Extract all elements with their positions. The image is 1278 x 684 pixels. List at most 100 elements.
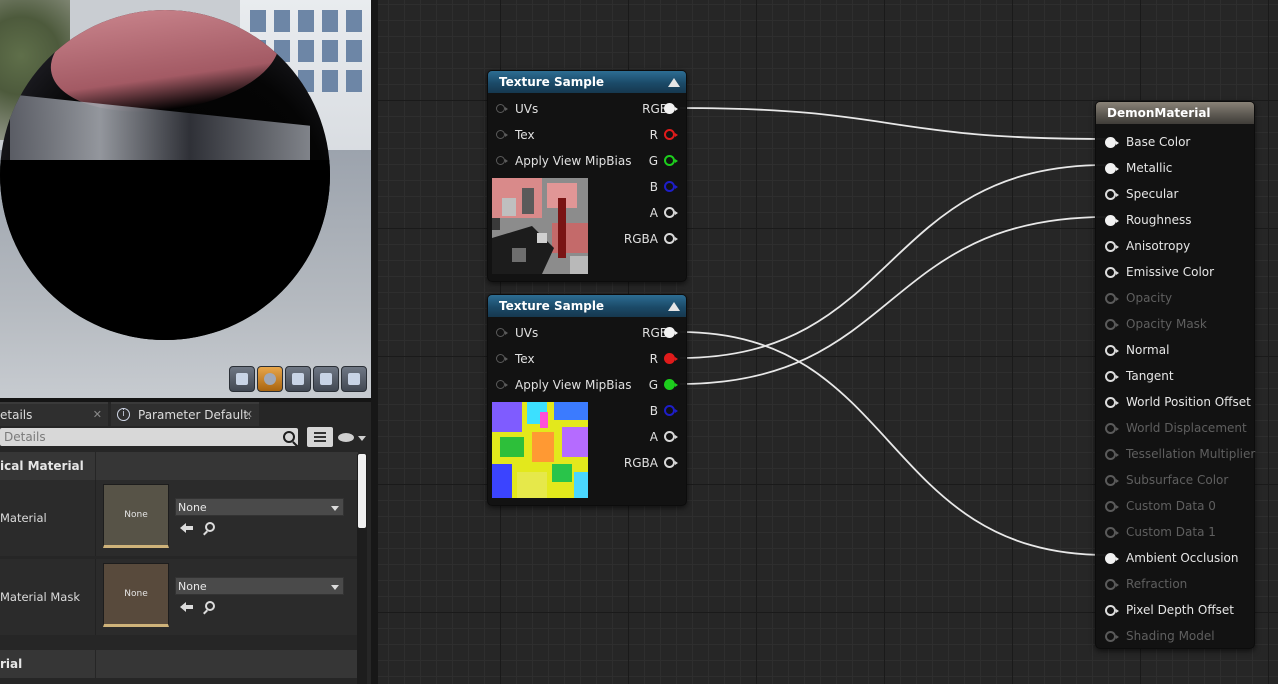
pin-icon[interactable] [664, 431, 678, 442]
material-input-ambient-occlusion[interactable]: Ambient Occlusion [1096, 549, 1254, 567]
material-input-tessellation-multiplier[interactable]: Tessellation Multiplier [1096, 445, 1255, 463]
details-search-input[interactable]: Details [0, 428, 298, 446]
input-pin-apply-view-mipbias[interactable]: Apply View MipBias [488, 376, 638, 394]
material-input-emissive-color[interactable]: Emissive Color [1096, 263, 1254, 281]
input-pin-tex[interactable]: Tex [488, 350, 628, 368]
input-pin-uvs[interactable]: UVs [488, 100, 628, 118]
pin-icon [1105, 605, 1119, 616]
use-selected-arrow-icon[interactable] [180, 601, 194, 613]
use-selected-arrow-icon[interactable] [180, 522, 194, 534]
pin-icon[interactable] [664, 353, 678, 364]
material-input-subsurface-color[interactable]: Subsurface Color [1096, 471, 1254, 489]
collapse-icon[interactable] [668, 302, 680, 311]
material-input-anisotropy[interactable]: Anisotropy [1096, 237, 1254, 255]
section-header[interactable]: rial [0, 650, 358, 678]
material-input-world-displacement[interactable]: World Displacement [1096, 419, 1254, 437]
input-pin-tex[interactable]: Tex [488, 126, 628, 144]
input-pin-uvs[interactable]: UVs [488, 324, 628, 342]
pin-icon[interactable] [664, 457, 678, 468]
texture-preview-thumbnail [492, 402, 588, 498]
output-pin-b[interactable]: B [618, 402, 658, 420]
tab-parameter-defaults[interactable]: i Parameter Defaults ✕ [111, 402, 259, 426]
material-result-node[interactable]: DemonMaterial Base Color Metallic Specular… [1095, 101, 1255, 649]
material-preview-viewport[interactable] [0, 0, 371, 398]
material-input-pixel-depth-offset[interactable]: Pixel Depth Offset [1096, 601, 1254, 619]
teapot-icon[interactable] [341, 366, 367, 392]
asset-thumbnail[interactable]: None [103, 484, 169, 548]
pin-icon[interactable] [664, 181, 678, 192]
pin-icon [496, 130, 508, 139]
pin-icon[interactable] [664, 103, 678, 114]
output-pin-g[interactable]: G [618, 152, 658, 170]
material-input-normal[interactable]: Normal [1096, 341, 1254, 359]
close-icon[interactable]: ✕ [244, 404, 253, 426]
sphere-icon[interactable] [257, 366, 283, 392]
pin-label: G [648, 378, 658, 392]
pin-label: Opacity [1126, 291, 1173, 305]
output-pin-g[interactable]: G [618, 376, 658, 394]
material-input-tangent[interactable]: Tangent [1096, 367, 1254, 385]
close-icon[interactable]: ✕ [93, 404, 102, 426]
output-pin-rgba[interactable]: RGBA [608, 230, 658, 248]
tab-details[interactable]: etails ✕ [0, 402, 108, 426]
output-pin-r[interactable]: R [618, 126, 658, 144]
material-input-metallic[interactable]: Metallic [1096, 159, 1254, 177]
output-pin-rgb[interactable]: RGB [608, 324, 668, 342]
asset-thumbnail[interactable]: None [103, 563, 169, 627]
material-input-shading-model[interactable]: Shading Model [1096, 627, 1254, 645]
material-input-base-color[interactable]: Base Color [1096, 133, 1254, 151]
asset-picker-dropdown[interactable]: None [175, 577, 344, 595]
pin-icon[interactable] [664, 129, 678, 140]
browse-search-icon[interactable] [205, 601, 215, 611]
details-scrollbar-thumb[interactable] [358, 454, 366, 528]
pin-icon[interactable] [664, 233, 678, 244]
pin-icon [1105, 579, 1119, 590]
tab-parameter-defaults-label: Parameter Defaults [138, 408, 250, 422]
pin-icon [496, 328, 508, 337]
pin-icon [1105, 345, 1119, 356]
vertical-splitter[interactable] [371, 0, 378, 684]
cube-icon[interactable] [313, 366, 339, 392]
asset-picker-dropdown[interactable]: None [175, 498, 344, 516]
search-placeholder: Details [4, 430, 46, 444]
plane-icon[interactable] [285, 366, 311, 392]
output-pin-rgba[interactable]: RGBA [608, 454, 658, 472]
pin-icon[interactable] [664, 327, 678, 338]
node-header[interactable]: Texture Sample [488, 295, 686, 317]
pin-label: Base Color [1126, 135, 1191, 149]
input-pin-apply-view-mipbias[interactable]: Apply View MipBias [488, 152, 638, 170]
chevron-down-icon [331, 585, 339, 590]
material-input-roughness[interactable]: Roughness [1096, 211, 1254, 229]
pin-label: G [648, 154, 658, 168]
chevron-down-icon[interactable] [358, 436, 366, 441]
pin-icon[interactable] [664, 155, 678, 166]
output-pin-r[interactable]: R [618, 350, 658, 368]
material-input-custom-data-1[interactable]: Custom Data 1 [1096, 523, 1254, 541]
eye-icon[interactable] [338, 433, 354, 442]
material-input-world-position-offset[interactable]: World Position Offset [1096, 393, 1254, 411]
material-input-refraction[interactable]: Refraction [1096, 575, 1254, 593]
texture-sample-node[interactable]: Texture Sample UVs Tex Apply View MipBia… [487, 294, 687, 506]
node-header[interactable]: DemonMaterial [1096, 102, 1254, 124]
pin-icon[interactable] [664, 207, 678, 218]
output-pin-rgb[interactable]: RGB [608, 100, 668, 118]
output-pin-b[interactable]: B [618, 178, 658, 196]
pin-icon[interactable] [664, 379, 678, 390]
output-pin-a[interactable]: A [618, 428, 658, 446]
material-input-opacity-mask[interactable]: Opacity Mask [1096, 315, 1254, 333]
chevron-down-icon [331, 506, 339, 511]
search-icon[interactable] [283, 431, 295, 443]
section-header[interactable]: ical Material [0, 452, 358, 480]
cylinder-icon[interactable] [229, 366, 255, 392]
material-input-custom-data-0[interactable]: Custom Data 0 [1096, 497, 1254, 515]
node-header[interactable]: Texture Sample [488, 71, 686, 93]
browse-search-icon[interactable] [205, 522, 215, 532]
output-pin-a[interactable]: A [618, 204, 658, 222]
pin-icon[interactable] [664, 405, 678, 416]
view-options-button[interactable] [307, 427, 333, 447]
pin-label: Custom Data 1 [1126, 525, 1216, 539]
material-input-specular[interactable]: Specular [1096, 185, 1254, 203]
texture-sample-node[interactable]: Texture Sample UVs Tex Apply View MipBia… [487, 70, 687, 282]
collapse-icon[interactable] [668, 78, 680, 87]
material-input-opacity[interactable]: Opacity [1096, 289, 1254, 307]
